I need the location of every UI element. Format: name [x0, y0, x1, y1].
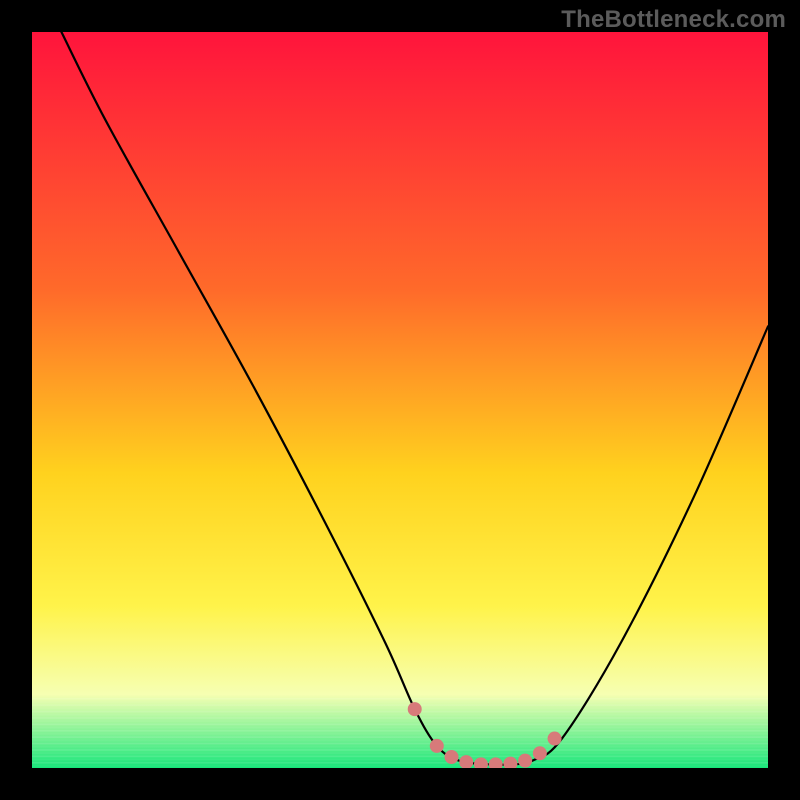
watermark-text: TheBottleneck.com [561, 6, 786, 34]
plot-area [32, 32, 768, 768]
chart-frame: TheBottleneck.com [0, 0, 800, 800]
chart-svg [32, 32, 768, 768]
gradient-background [32, 32, 768, 768]
